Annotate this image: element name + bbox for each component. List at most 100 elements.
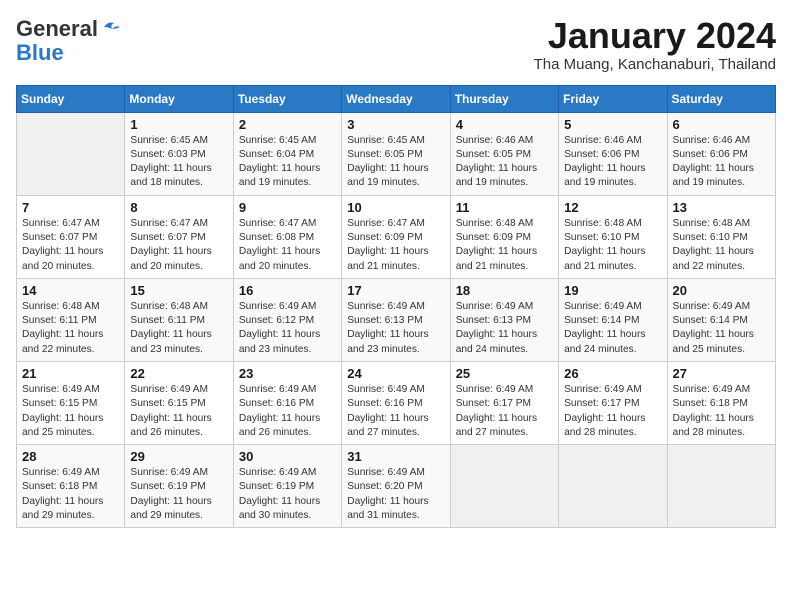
calendar-cell: 24Sunrise: 6:49 AM Sunset: 6:16 PM Dayli… [342, 361, 450, 444]
calendar-cell: 29Sunrise: 6:49 AM Sunset: 6:19 PM Dayli… [125, 445, 233, 528]
day-number: 13 [673, 200, 770, 215]
calendar-cell [450, 445, 558, 528]
day-info: Sunrise: 6:47 AM Sunset: 6:07 PM Dayligh… [130, 217, 227, 274]
day-number: 9 [239, 200, 336, 215]
calendar-cell [667, 445, 775, 528]
day-info: Sunrise: 6:45 AM Sunset: 6:03 PM Dayligh… [130, 134, 227, 191]
calendar-cell: 9 Sunrise: 6:47 AM Sunset: 6:08 PM Daylig… [233, 195, 341, 278]
day-info: Sunrise: 6:49 AM Sunset: 6:18 PM Dayligh… [673, 383, 770, 440]
calendar-cell: 10Sunrise: 6:47 AM Sunset: 6:09 PM Dayli… [342, 195, 450, 278]
calendar-cell: 12 Sunrise: 6:48 AM Sunset: 6:10 PM Dayli… [559, 195, 667, 278]
logo-blue: Blue [16, 40, 64, 66]
calendar-cell: 2 Sunrise: 6:45 AM Sunset: 6:04 PM Daylig… [233, 112, 341, 195]
col-header-tuesday: Tuesday [233, 85, 341, 112]
day-number: 10 [347, 200, 444, 215]
day-number: 17 [347, 283, 444, 298]
week-row-1: 1Sunrise: 6:45 AM Sunset: 6:03 PM Daylig… [17, 112, 776, 195]
day-info: Sunrise: 6:48 AM Sunset: 6:10 PM Dayligh… [564, 217, 661, 274]
calendar-cell: 1Sunrise: 6:45 AM Sunset: 6:03 PM Daylig… [125, 112, 233, 195]
location-title: Tha Muang, Kanchanaburi, Thailand [534, 56, 776, 73]
day-info: Sunrise: 6:48 AM Sunset: 6:11 PM Dayligh… [130, 300, 227, 357]
day-number: 14 [22, 283, 119, 298]
day-info: Sunrise: 6:49 AM Sunset: 6:16 PM Dayligh… [347, 383, 444, 440]
day-info: Sunrise: 6:49 AM Sunset: 6:17 PM Dayligh… [564, 383, 661, 440]
day-number: 20 [673, 283, 770, 298]
col-header-thursday: Thursday [450, 85, 558, 112]
day-number: 2 [239, 117, 336, 132]
month-title: January 2024 [534, 16, 776, 56]
col-header-monday: Monday [125, 85, 233, 112]
day-info: Sunrise: 6:46 AM Sunset: 6:06 PM Dayligh… [564, 134, 661, 191]
day-number: 31 [347, 449, 444, 464]
calendar-cell: 21Sunrise: 6:49 AM Sunset: 6:15 PM Dayli… [17, 361, 125, 444]
day-info: Sunrise: 6:49 AM Sunset: 6:16 PM Dayligh… [239, 383, 336, 440]
col-header-saturday: Saturday [667, 85, 775, 112]
calendar-cell: 3Sunrise: 6:45 AM Sunset: 6:05 PM Daylig… [342, 112, 450, 195]
day-info: Sunrise: 6:48 AM Sunset: 6:09 PM Dayligh… [456, 217, 553, 274]
col-header-friday: Friday [559, 85, 667, 112]
day-number: 27 [673, 366, 770, 381]
day-info: Sunrise: 6:48 AM Sunset: 6:10 PM Dayligh… [673, 217, 770, 274]
calendar-cell: 16 Sunrise: 6:49 AM Sunset: 6:12 PM Dayli… [233, 278, 341, 361]
day-info: Sunrise: 6:49 AM Sunset: 6:15 PM Dayligh… [22, 383, 119, 440]
header-row: SundayMondayTuesdayWednesdayThursdayFrid… [17, 85, 776, 112]
calendar-cell: 27 Sunrise: 6:49 AM Sunset: 6:18 PM Dayli… [667, 361, 775, 444]
col-header-wednesday: Wednesday [342, 85, 450, 112]
day-number: 23 [239, 366, 336, 381]
calendar-cell [559, 445, 667, 528]
day-info: Sunrise: 6:49 AM Sunset: 6:17 PM Dayligh… [456, 383, 553, 440]
day-info: Sunrise: 6:49 AM Sunset: 6:13 PM Dayligh… [456, 300, 553, 357]
calendar-cell: 17 Sunrise: 6:49 AM Sunset: 6:13 PM Dayli… [342, 278, 450, 361]
logo: General Blue [16, 16, 122, 66]
calendar-cell: 6 Sunrise: 6:46 AM Sunset: 6:06 PM Daylig… [667, 112, 775, 195]
day-number: 4 [456, 117, 553, 132]
day-number: 18 [456, 283, 553, 298]
calendar-cell: 5 Sunrise: 6:46 AM Sunset: 6:06 PM Daylig… [559, 112, 667, 195]
logo-general: General [16, 16, 98, 42]
calendar-cell: 18 Sunrise: 6:49 AM Sunset: 6:13 PM Dayli… [450, 278, 558, 361]
day-info: Sunrise: 6:49 AM Sunset: 6:12 PM Dayligh… [239, 300, 336, 357]
day-number: 5 [564, 117, 661, 132]
day-info: Sunrise: 6:49 AM Sunset: 6:19 PM Dayligh… [239, 466, 336, 523]
day-number: 6 [673, 117, 770, 132]
calendar-cell: 28 Sunrise: 6:49 AM Sunset: 6:18 PM Dayli… [17, 445, 125, 528]
day-number: 22 [130, 366, 227, 381]
day-info: Sunrise: 6:46 AM Sunset: 6:06 PM Dayligh… [673, 134, 770, 191]
day-number: 16 [239, 283, 336, 298]
logo-bird-icon [100, 19, 122, 37]
day-number: 7 [22, 200, 119, 215]
day-info: Sunrise: 6:49 AM Sunset: 6:14 PM Dayligh… [564, 300, 661, 357]
day-number: 30 [239, 449, 336, 464]
calendar-cell: 19 Sunrise: 6:49 AM Sunset: 6:14 PM Dayli… [559, 278, 667, 361]
calendar-cell: 4 Sunrise: 6:46 AM Sunset: 6:05 PM Daylig… [450, 112, 558, 195]
day-number: 11 [456, 200, 553, 215]
day-info: Sunrise: 6:45 AM Sunset: 6:04 PM Dayligh… [239, 134, 336, 191]
day-info: Sunrise: 6:47 AM Sunset: 6:07 PM Dayligh… [22, 217, 119, 274]
day-number: 15 [130, 283, 227, 298]
page-header: General Blue January 2024 Tha Muang, Kan… [16, 16, 776, 73]
day-info: Sunrise: 6:47 AM Sunset: 6:08 PM Dayligh… [239, 217, 336, 274]
week-row-3: 14 Sunrise: 6:48 AM Sunset: 6:11 PM Dayli… [17, 278, 776, 361]
calendar-cell: 30 Sunrise: 6:49 AM Sunset: 6:19 PM Dayli… [233, 445, 341, 528]
calendar-cell: 11 Sunrise: 6:48 AM Sunset: 6:09 PM Dayli… [450, 195, 558, 278]
title-block: January 2024 Tha Muang, Kanchanaburi, Th… [534, 16, 776, 73]
week-row-2: 7 Sunrise: 6:47 AM Sunset: 6:07 PM Daylig… [17, 195, 776, 278]
day-info: Sunrise: 6:49 AM Sunset: 6:18 PM Dayligh… [22, 466, 119, 523]
day-number: 28 [22, 449, 119, 464]
day-info: Sunrise: 6:45 AM Sunset: 6:05 PM Dayligh… [347, 134, 444, 191]
day-info: Sunrise: 6:49 AM Sunset: 6:15 PM Dayligh… [130, 383, 227, 440]
calendar-cell: 23 Sunrise: 6:49 AM Sunset: 6:16 PM Dayli… [233, 361, 341, 444]
calendar-cell: 13 Sunrise: 6:48 AM Sunset: 6:10 PM Dayli… [667, 195, 775, 278]
calendar-cell: 31Sunrise: 6:49 AM Sunset: 6:20 PM Dayli… [342, 445, 450, 528]
day-info: Sunrise: 6:49 AM Sunset: 6:19 PM Dayligh… [130, 466, 227, 523]
day-info: Sunrise: 6:46 AM Sunset: 6:05 PM Dayligh… [456, 134, 553, 191]
day-info: Sunrise: 6:49 AM Sunset: 6:13 PM Dayligh… [347, 300, 444, 357]
week-row-4: 21Sunrise: 6:49 AM Sunset: 6:15 PM Dayli… [17, 361, 776, 444]
day-number: 12 [564, 200, 661, 215]
day-number: 25 [456, 366, 553, 381]
day-number: 8 [130, 200, 227, 215]
calendar-cell: 15 Sunrise: 6:48 AM Sunset: 6:11 PM Dayli… [125, 278, 233, 361]
day-info: Sunrise: 6:48 AM Sunset: 6:11 PM Dayligh… [22, 300, 119, 357]
day-number: 19 [564, 283, 661, 298]
calendar-table: SundayMondayTuesdayWednesdayThursdayFrid… [16, 85, 776, 529]
